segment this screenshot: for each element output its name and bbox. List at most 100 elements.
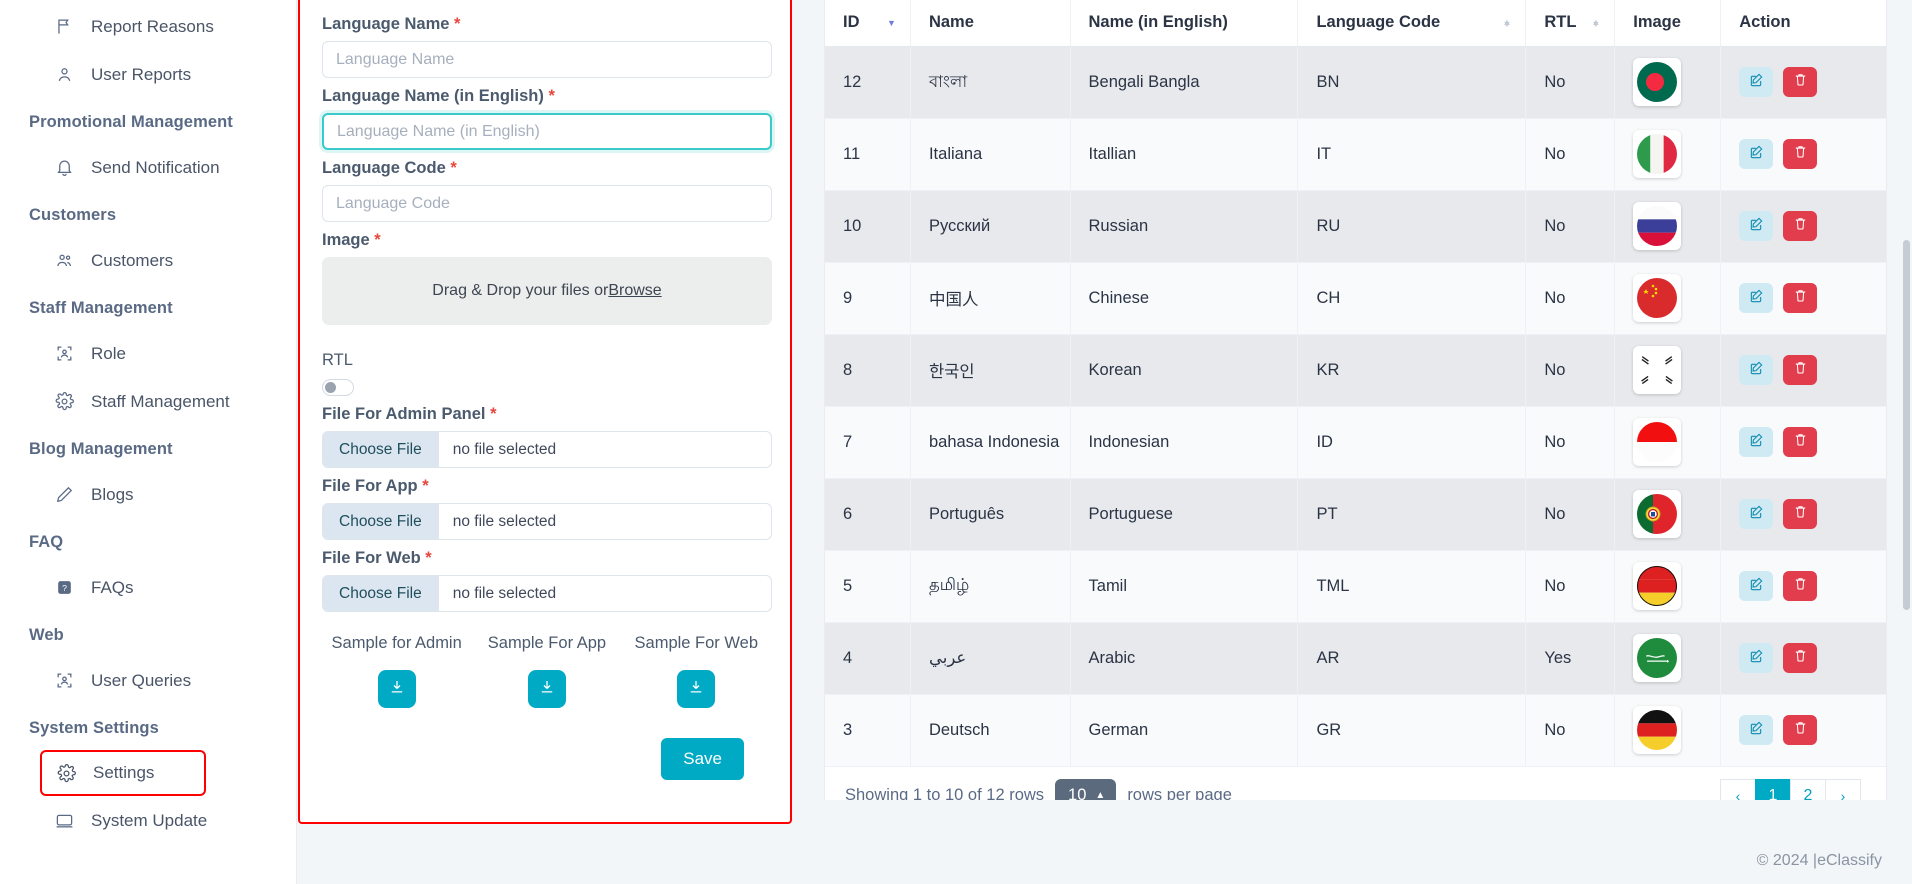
sidebar-item-user-queries[interactable]: User Queries [12, 657, 278, 704]
edit-icon [1748, 360, 1764, 381]
table-header-row: ID ▼ Name Name (in English) Language Code ▲ ▼ R… [825, 0, 1886, 47]
sample-download-button[interactable] [677, 670, 716, 708]
sample-column-0: Sample for Admin [322, 634, 471, 708]
required-marker: * [450, 159, 457, 177]
edit-row-button[interactable] [1739, 571, 1774, 601]
cell-image [1614, 118, 1722, 191]
cell-language-code: IT [1297, 118, 1527, 191]
edit-row-button[interactable] [1739, 643, 1774, 673]
column-header[interactable]: ID ▼ [825, 0, 911, 47]
pagination-prev[interactable]: ‹ [1720, 778, 1756, 800]
file-admin-choose-button[interactable]: Choose File [323, 432, 439, 467]
cell-image [1614, 190, 1722, 263]
edit-row-button[interactable] [1739, 211, 1774, 241]
sidebar-item-user-reports[interactable]: User Reports [12, 51, 278, 98]
edit-row-button[interactable] [1739, 715, 1774, 745]
image-label: Image * [322, 231, 770, 250]
delete-row-button[interactable] [1783, 67, 1818, 97]
sidebar-item-system-update[interactable]: System Update [12, 797, 278, 844]
sidebar-item-staff-management[interactable]: Staff Management [12, 378, 278, 425]
cell-id: 12 [825, 46, 911, 119]
cell-image [1614, 550, 1722, 623]
dropzone-text: Drag & Drop your files or [432, 282, 609, 299]
sidebar-item-blogs[interactable]: Blogs [12, 471, 278, 518]
edit-row-button[interactable] [1739, 355, 1774, 385]
cell-action [1720, 46, 1886, 119]
column-header[interactable]: Action [1720, 0, 1886, 47]
cell-action [1720, 694, 1886, 767]
file-admin-label-text: File For Admin Panel [322, 405, 486, 423]
delete-row-button[interactable] [1783, 211, 1818, 241]
rows-per-page-select[interactable]: 10 ▲ [1055, 779, 1117, 800]
edit-row-button[interactable] [1739, 283, 1774, 313]
file-app-choose-button[interactable]: Choose File [323, 504, 439, 539]
edit-row-button[interactable] [1739, 139, 1774, 169]
edit-row-button[interactable] [1739, 499, 1774, 529]
trash-icon [1793, 648, 1808, 668]
browse-link[interactable]: Browse [608, 282, 661, 300]
cell-language-code: GR [1297, 694, 1527, 767]
sidebar-item-label: Role [91, 343, 126, 363]
sort-indicator[interactable]: ▲ ▼ [1502, 17, 1511, 28]
column-header[interactable]: RTL ▲ ▼ [1525, 0, 1616, 47]
cell-rtl: Yes [1525, 622, 1616, 695]
delete-row-button[interactable] [1783, 499, 1818, 529]
sample-download-button[interactable] [377, 670, 416, 708]
column-header-label: Name [928, 13, 974, 32]
edit-icon [1748, 720, 1764, 741]
delete-row-button[interactable] [1783, 139, 1818, 169]
delete-row-button[interactable] [1783, 355, 1818, 385]
column-header[interactable]: Language Code ▲ ▼ [1297, 0, 1527, 47]
column-header[interactable]: Name [910, 0, 1071, 47]
sidebar-item-report-reasons[interactable]: Report Reasons [12, 3, 278, 50]
file-app-row: Choose File no file selected [322, 503, 772, 540]
sidebar-item-customers[interactable]: Customers [12, 237, 278, 284]
delete-row-button[interactable] [1783, 643, 1818, 673]
save-button[interactable]: Save [661, 738, 744, 780]
sort-indicator[interactable]: ▲ ▼ [1591, 17, 1600, 28]
cell-image [1614, 46, 1722, 119]
rtl-toggle[interactable] [322, 379, 354, 396]
cell-name: বাংলা [910, 46, 1071, 119]
edit-row-button[interactable] [1739, 67, 1774, 97]
delete-row-button[interactable] [1783, 715, 1818, 745]
sample-download-button[interactable] [527, 670, 566, 708]
required-marker: * [548, 87, 555, 105]
file-admin-label: File For Admin Panel * [322, 405, 770, 424]
cell-action [1720, 118, 1886, 191]
pagination-page-2[interactable]: 2 [1790, 778, 1826, 800]
cell-action [1720, 550, 1886, 623]
sidebar-item-settings[interactable]: Settings [40, 750, 206, 796]
cell-action [1720, 478, 1886, 551]
pagination-next[interactable]: › [1825, 778, 1861, 800]
sample-column-1: Sample For App [471, 634, 622, 708]
language-name-input[interactable] [322, 41, 772, 78]
delete-row-button[interactable] [1783, 571, 1818, 601]
file-web-choose-button[interactable]: Choose File [323, 576, 439, 611]
delete-row-button[interactable] [1783, 427, 1818, 457]
sidebar-item-faqs[interactable]: ? FAQs [12, 564, 278, 611]
user-icon [54, 65, 74, 85]
samples-row: Sample for Admin Sample For App Sample For… [322, 634, 770, 708]
table-row: 11 Italiana Itallian IT No [825, 118, 1886, 191]
cell-language-code: RU [1297, 190, 1527, 263]
language-name-en-input[interactable] [322, 113, 772, 150]
column-header[interactable]: Name (in English) [1070, 0, 1299, 47]
sidebar-item-role[interactable]: Role [12, 330, 278, 377]
delete-row-button[interactable] [1783, 283, 1818, 313]
gear-icon [54, 392, 74, 412]
language-code-input[interactable] [322, 185, 772, 222]
pagination-page-1[interactable]: 1 [1755, 778, 1791, 800]
sidebar-item-label: Blogs [91, 484, 134, 504]
cell-language-code: CH [1297, 262, 1527, 335]
monitor-icon [54, 811, 74, 831]
image-dropzone[interactable]: Drag & Drop your files or Browse [322, 257, 772, 325]
sidebar-item-label: Send Notification [91, 157, 220, 177]
sidebar-item-label: User Reports [91, 64, 192, 84]
cell-language-code: KR [1297, 334, 1527, 407]
sidebar-item-send-notification[interactable]: Send Notification [12, 144, 278, 191]
edit-row-button[interactable] [1739, 427, 1774, 457]
image-label-text: Image [322, 231, 370, 249]
column-header[interactable]: Image [1614, 0, 1722, 47]
table-scrollbar[interactable] [1903, 240, 1910, 610]
